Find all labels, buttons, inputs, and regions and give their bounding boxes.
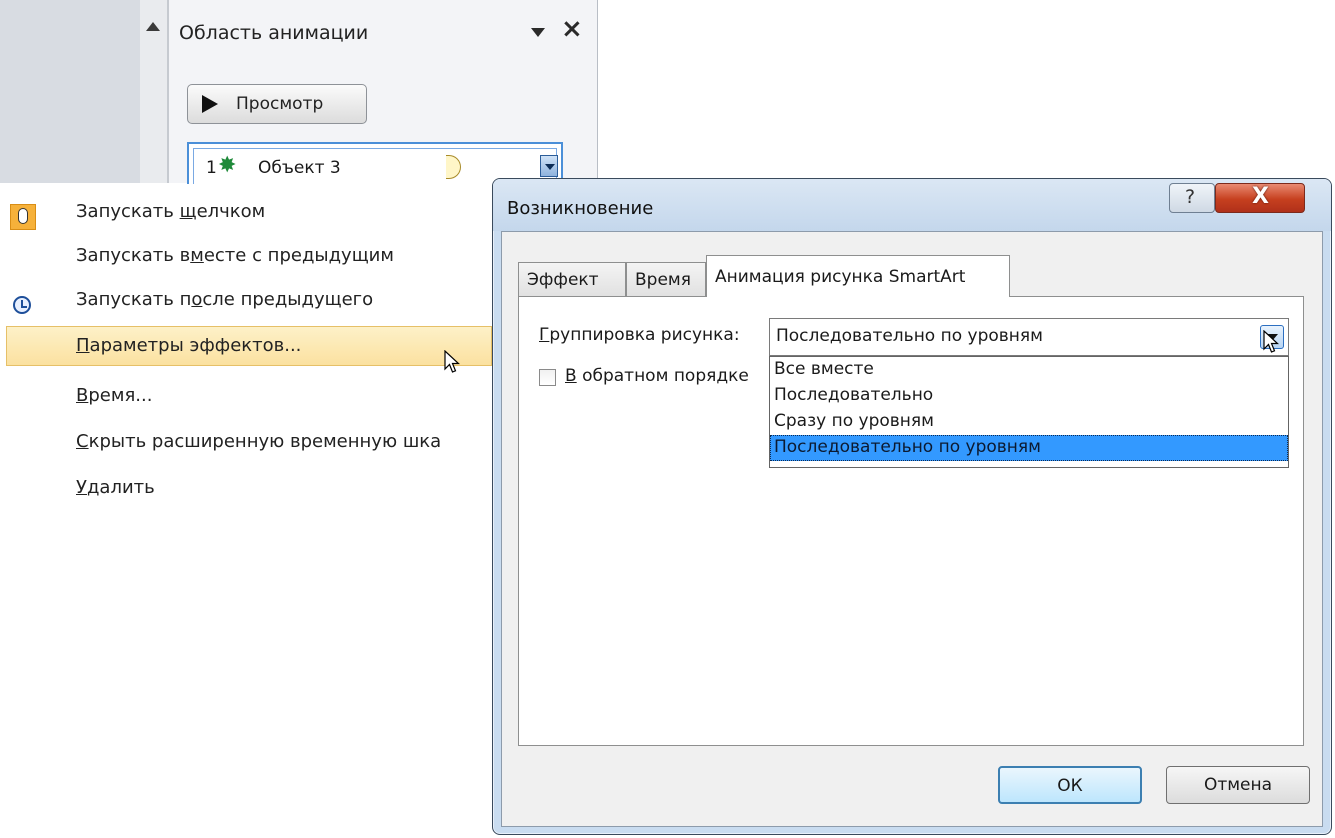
ok-button[interactable]: ОК <box>998 766 1142 804</box>
option-one-by-one[interactable]: Последовательно <box>770 383 1288 409</box>
menu-item-label: Запускать щелчком <box>76 201 266 222</box>
item-dropdown-button[interactable] <box>540 155 558 177</box>
menu-item-start-on-click[interactable]: Запускать щелчком <box>0 192 492 232</box>
group-graphic-label: Группировка рисунка: <box>539 325 740 345</box>
reverse-order-checkbox[interactable] <box>539 369 556 386</box>
tab-label: Время <box>635 270 691 290</box>
effect-options-dialog: Возникновение ? X Эффект Время Анимация … <box>492 178 1332 835</box>
menu-item-label: Параметры эффектов... <box>76 335 302 356</box>
tab-label: Эффект <box>527 270 599 290</box>
cancel-button[interactable]: Отмена <box>1166 766 1310 804</box>
menu-item-label: Запускать после предыдущего <box>76 289 374 310</box>
dialog-titlebar[interactable]: Возникновение ? X <box>493 179 1331 231</box>
slide-thumbnail-area <box>0 0 141 183</box>
pane-close-icon[interactable]: × <box>561 16 583 42</box>
tab-smartart-animation[interactable]: Анимация рисунка SmartArt <box>706 255 1010 297</box>
tab-panel: Группировка рисунка: Последовательно по … <box>518 296 1304 746</box>
menu-item-timing[interactable]: Время... <box>0 376 492 416</box>
group-graphic-select[interactable]: Последовательно по уровням <box>769 318 1289 356</box>
dialog-title: Возникновение <box>507 198 654 219</box>
context-menu: Запускать щелчком Запускать вместе с пре… <box>0 184 492 504</box>
mouse-pointer-icon <box>1263 330 1279 353</box>
scrollbar[interactable] <box>140 0 168 183</box>
menu-item-label: Запускать вместе с предыдущим <box>76 245 394 266</box>
menu-item-hide-timeline[interactable]: Скрыть расширенную временную шка <box>0 422 492 462</box>
preview-button[interactable]: Просмотр <box>187 84 367 124</box>
menu-item-effect-options[interactable]: Параметры эффектов... <box>6 326 492 366</box>
option-level-at-once[interactable]: Сразу по уровням <box>770 409 1288 435</box>
option-level-one-by-one[interactable]: Последовательно по уровням <box>770 435 1288 461</box>
dialog-body: Эффект Время Анимация рисунка SmartArt Г… <box>501 231 1323 827</box>
animation-pane: Область анимации × Просмотр 1 ✸ Объект 3 <box>168 0 598 186</box>
preview-label: Просмотр <box>236 94 324 114</box>
option-all-at-once[interactable]: Все вместе <box>770 357 1288 383</box>
scroll-up-arrow-icon[interactable] <box>146 22 160 31</box>
menu-item-after-previous[interactable]: Запускать после предыдущего <box>0 280 492 320</box>
combo-value: Последовательно по уровням <box>776 326 1043 346</box>
tab-effect[interactable]: Эффект <box>518 262 626 296</box>
clock-icon <box>13 296 31 314</box>
close-button[interactable]: X <box>1215 183 1305 213</box>
menu-item-with-previous[interactable]: Запускать вместе с предыдущим <box>0 236 492 276</box>
reverse-order-label: В обратном порядке <box>565 366 749 386</box>
effect-star-icon: ✸ <box>218 153 237 178</box>
help-icon: ? <box>1185 186 1196 208</box>
play-icon <box>202 95 218 113</box>
menu-item-label: Скрыть расширенную временную шка <box>76 431 442 452</box>
menu-item-label: Удалить <box>76 477 155 498</box>
menu-item-label: Время... <box>76 385 153 406</box>
tab-timing[interactable]: Время <box>626 262 706 296</box>
pane-title: Область анимации <box>179 22 369 44</box>
timing-bar <box>446 155 461 179</box>
item-number: 1 <box>206 158 217 178</box>
group-graphic-options: Все вместе Последовательно Сразу по уров… <box>769 356 1289 468</box>
help-button[interactable]: ? <box>1169 183 1215 213</box>
menu-item-delete[interactable]: Удалить <box>0 468 492 508</box>
pane-options-icon[interactable] <box>531 28 545 37</box>
mouse-pointer-icon <box>444 350 460 373</box>
mouse-click-icon <box>10 204 36 230</box>
tab-label: Анимация рисунка SmartArt <box>715 267 966 287</box>
close-icon: X <box>1252 184 1269 209</box>
item-name: Объект 3 <box>258 158 341 178</box>
